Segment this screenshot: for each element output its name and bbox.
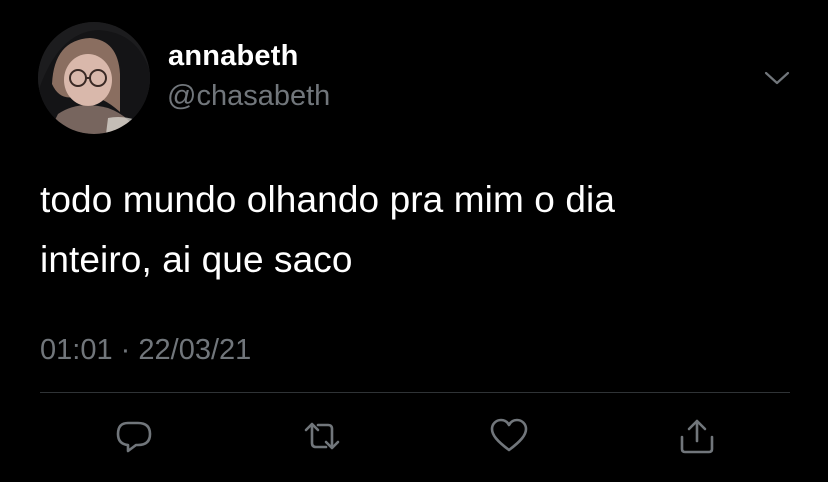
tweet-date: 22/03/21 [138,334,252,366]
chevron-down-icon[interactable] [761,64,793,92]
avatar-image [38,22,150,134]
like-button[interactable] [489,417,529,455]
avatar[interactable] [38,22,150,134]
share-upload-icon [680,419,714,454]
speech-bubble-icon [116,421,152,453]
tweet-text-line: todo mundo olhando pra mim o dia [40,179,616,220]
user-handle[interactable]: @chasabeth [167,80,330,113]
timestamp-separator: · [120,334,131,366]
share-button[interactable] [677,417,717,455]
retweet-arrows-icon [304,422,340,450]
heart-icon [490,418,528,452]
tweet-text: todo mundo olhando pra mim o dia inteiro… [40,170,800,290]
retweet-button[interactable] [302,417,342,455]
tweet-text-line: inteiro, ai que saco [40,239,353,280]
tweet-card: annabeth @chasabeth todo mundo olhando p… [0,0,828,482]
timestamp[interactable]: 01:01 · 22/03/21 [40,334,251,367]
display-name[interactable]: annabeth [168,40,299,73]
tweet-time: 01:01 [40,334,113,366]
divider [40,392,790,393]
reply-button[interactable] [114,417,154,455]
